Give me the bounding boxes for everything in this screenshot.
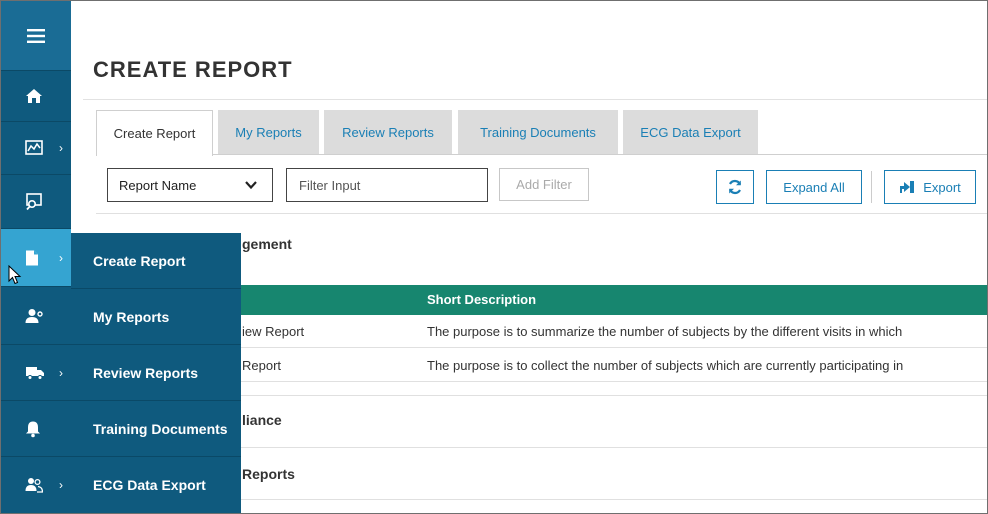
reports-flyout-menu: Create Report My Reports Review Reports …: [71, 233, 241, 513]
rail-item-analytics[interactable]: ›: [1, 122, 71, 175]
tab-create-report[interactable]: Create Report: [96, 110, 213, 156]
row-1-description: The purpose is to summarize the number o…: [427, 324, 903, 339]
truck-icon: [26, 366, 44, 380]
search-doc-icon: [26, 192, 42, 210]
report-field-select[interactable]: Report Name: [107, 168, 273, 202]
flyout-item-training-documents[interactable]: Training Documents: [71, 401, 241, 457]
chevron-right-icon: ›: [59, 478, 63, 492]
mouse-cursor-icon: [8, 265, 22, 285]
user-settings-icon: [25, 308, 43, 323]
flyout-item-create-report[interactable]: Create Report: [71, 233, 241, 289]
section-heading-1[interactable]: gement: [242, 236, 292, 252]
menu-icon: [27, 29, 45, 43]
toolbar-divider-line: [96, 213, 987, 214]
rail-item-users[interactable]: [1, 287, 71, 345]
expand-all-button[interactable]: Expand All: [766, 170, 862, 204]
menu-button[interactable]: [1, 1, 71, 71]
document-icon: [26, 250, 38, 265]
refresh-button[interactable]: [716, 170, 754, 204]
rail-item-groups[interactable]: ›: [1, 457, 71, 513]
side-rail: › › › ›: [1, 1, 71, 513]
flyout-item-review-reports[interactable]: Review Reports: [71, 345, 241, 401]
chevron-right-icon: ›: [59, 141, 63, 155]
grid-header: Short Description: [241, 285, 987, 315]
chevron-down-icon: [245, 181, 257, 190]
export-button[interactable]: Export: [884, 170, 976, 204]
rail-item-home[interactable]: [1, 71, 71, 122]
chevron-right-icon: ›: [59, 365, 63, 380]
select-value: Report Name: [119, 177, 197, 193]
tab-my-reports[interactable]: My Reports: [218, 110, 319, 154]
user-group-icon: [25, 478, 43, 493]
row-divider: [241, 347, 987, 348]
row-divider: [241, 381, 987, 382]
rail-item-search[interactable]: [1, 175, 71, 229]
page-title: CREATE REPORT: [93, 57, 293, 82]
export-icon: [900, 181, 915, 193]
rail-item-notifications[interactable]: [1, 401, 71, 457]
row-2-name[interactable]: Report: [242, 358, 281, 373]
rail-item-shipping[interactable]: ›: [1, 345, 71, 401]
row-2-description: The purpose is to collect the number of …: [427, 358, 904, 373]
bell-icon: [26, 421, 40, 437]
column-short-description[interactable]: Short Description: [427, 292, 536, 307]
tab-review-reports[interactable]: Review Reports: [324, 110, 452, 154]
row-1-name[interactable]: iew Report: [242, 324, 304, 339]
chevron-right-icon: ›: [59, 250, 63, 265]
home-icon: [26, 89, 42, 103]
tab-training-documents[interactable]: Training Documents: [458, 110, 618, 154]
filter-input[interactable]: [286, 168, 488, 202]
flyout-item-ecg-data-export[interactable]: ECG Data Export: [71, 457, 241, 513]
app-window: › › › › CREATE REPORT Create Report My R…: [0, 0, 988, 514]
toolbar-divider: [871, 171, 872, 203]
section-heading-3[interactable]: Reports: [242, 466, 295, 482]
chart-icon: [25, 140, 43, 155]
export-label: Export: [923, 179, 961, 195]
tab-ecg-data-export[interactable]: ECG Data Export: [623, 110, 758, 154]
refresh-icon: [728, 179, 742, 195]
flyout-item-my-reports[interactable]: My Reports: [71, 289, 241, 345]
tab-baseline: [213, 154, 987, 155]
add-filter-button[interactable]: Add Filter: [499, 168, 589, 201]
section-heading-2[interactable]: liance: [242, 412, 282, 428]
